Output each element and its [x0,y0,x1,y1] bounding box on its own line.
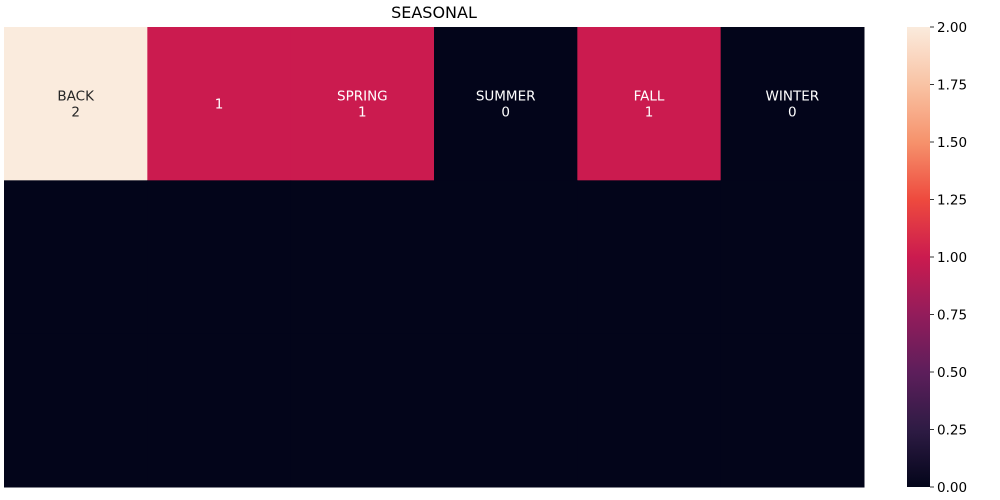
colorbar-tick-label-6: 1.50 [937,135,967,151]
colorbar-tick-label-4: 1.00 [937,250,967,266]
colorbar-gradient [907,27,930,487]
colorbar: 0.00 0.25 0.50 0.75 1.00 1.25 1.50 1.75 2.00 [907,20,967,496]
heatmap-chart: SEASONAL BACK2 1 SPRING1SUMMER0FALL1WINTER… [4,3,967,496]
heatmap-cell-r1-c5 [720,180,865,335]
chart-title: SEASONAL [391,3,477,22]
heatmap-cell-r2-c0 [4,333,148,488]
cell-label-r0-c0-line1: 2 [71,105,80,121]
cell-label-r0-c5-line1: 0 [788,105,797,121]
cell-label-r0-c3-line1: 0 [501,105,510,121]
cell-label-r0-c3-line0: SUMMER [476,89,536,105]
heatmap-cell-r2-c3 [434,333,578,488]
colorbar-tick-label-3: 0.75 [937,308,967,324]
colorbar-tick-label-7: 1.75 [937,78,967,94]
cell-label-r0-c5-line0: WINTER [766,89,820,105]
cell-label-r0-c4-line1: 1 [645,105,654,121]
cell-label-r0-c1-line0: 1 [215,97,224,113]
heatmap-cell-r2-c2 [290,333,435,488]
heatmap-cell-r2-c4 [577,333,722,488]
cell-label-r0-c4-line0: FALL [634,89,665,105]
colorbar-tick-label-1: 0.25 [937,423,967,439]
colorbar-tick-label-2: 0.50 [937,365,967,381]
cell-label-r0-c2-line1: 1 [358,105,367,121]
colorbar-tick-label-0: 0.00 [937,480,967,496]
cell-label-r0-c2-line0: SPRING [337,89,388,105]
heatmap-cell-r1-c1 [147,180,292,335]
heatmap-cell-r1-c0 [4,180,148,335]
heatmap-cell-r1-c2 [290,180,435,335]
colorbar-tick-label-8: 2.00 [937,20,967,36]
heatmap-cells [4,27,865,488]
heatmap-cell-r2-c1 [147,333,292,488]
heatmap-cell-r1-c4 [577,180,722,335]
cell-label-r0-c0-line0: BACK [57,89,95,105]
heatmap-cell-r1-c3 [434,180,578,335]
heatmap-cell-r2-c5 [720,333,865,488]
colorbar-tick-label-5: 1.25 [937,193,967,209]
